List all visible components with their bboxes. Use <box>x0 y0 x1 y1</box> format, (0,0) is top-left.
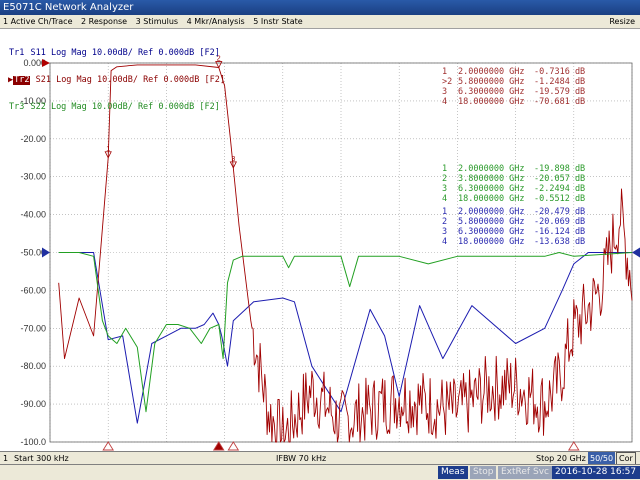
y-tick-label: -80.00 <box>20 361 46 371</box>
y-tick-label: -30.00 <box>20 172 46 182</box>
marker-row-frequency: 2.0000000 GHz <box>458 67 525 77</box>
marker-row-number: 4 <box>442 194 447 204</box>
y-tick-label: -20.00 <box>20 134 46 144</box>
marker-number-label: 3 <box>231 156 235 163</box>
marker-row-frequency: 6.3000000 GHz <box>458 184 525 194</box>
marker-stimulus-icon <box>227 441 240 451</box>
marker-row-frequency: 18.000000 GHz <box>458 194 525 204</box>
marker-row-frequency: 2.0000000 GHz <box>458 164 525 174</box>
marker-row-value: -16.124 dB <box>534 227 585 237</box>
trace-s11 <box>58 252 632 424</box>
marker-stimulus-icon <box>102 441 115 451</box>
marker-row-number: 4 <box>442 97 447 107</box>
menu-response[interactable]: 2 Response <box>78 15 130 29</box>
marker-row-number: >2 <box>442 77 452 87</box>
trace-s22 <box>58 252 633 413</box>
window-title: E5071C Network Analyzer <box>0 0 640 15</box>
trace-line-2[interactable]: ▶Tr2 S21 Log Mag 10.00dB/ Ref 0.000dB [F… <box>8 76 225 85</box>
trace-header: Tr1 S11 Log Mag 10.00dB/ Ref 0.000dB [F2… <box>8 31 225 130</box>
softkey-menu-bar: 1 Active Ch/Trace 2 Response 3 Stimulus … <box>0 15 640 29</box>
marker-row-frequency: 18.000000 GHz <box>458 97 525 107</box>
y-tick-label: -40.00 <box>20 210 46 220</box>
instrument-status-bar: Meas Stop ExtRef Svc 2016-10-28 16:57 <box>0 464 640 480</box>
marker-stimulus-icon <box>212 441 225 451</box>
marker-row-frequency: 5.8000000 GHz <box>458 217 525 227</box>
ref-level-left-icon <box>42 247 50 258</box>
menu-stimulus[interactable]: 3 Stimulus <box>133 15 181 29</box>
marker-row-frequency: 18.000000 GHz <box>458 237 525 247</box>
trace-id: Tr2 <box>13 75 31 85</box>
marker-row-number: 4 <box>442 237 447 247</box>
marker-row-value: -20.057 dB <box>534 174 585 184</box>
marker-row-frequency: 3.8000000 GHz <box>458 174 525 184</box>
date-time: 2016-10-28 16:57 <box>552 466 640 479</box>
marker-number-label: 1 <box>106 146 110 153</box>
marker-stimulus-icon <box>567 441 580 451</box>
svc-indicator: Svc <box>530 466 552 479</box>
marker-row-value: -0.5512 dB <box>534 194 585 204</box>
plot-area[interactable]: 0.000 -10.00 -20.00 -30.00 -40.00 -50.00 -60.0… <box>0 29 640 451</box>
y-tick-label: -90.00 <box>20 399 46 409</box>
channel-status-bar: 1 Start 300 kHz IFBW 70 kHz Stop 20 GHz … <box>0 451 640 465</box>
trace-line-3[interactable]: Tr3 S22 Log Mag 10.00dB/ Ref 0.000dB [F2… <box>8 103 225 112</box>
y-tick-label: -70.00 <box>20 323 46 333</box>
menu-active-ch-trace[interactable]: 1 Active Ch/Trace <box>0 15 76 29</box>
trace-desc: S21 Log Mag 10.00dB/ Ref 0.000dB [F2] <box>30 75 225 85</box>
marker-row-value: -1.2484 dB <box>534 77 585 87</box>
trace-desc: S22 Log Mag 10.00dB/ Ref 0.000dB [F2] <box>25 102 220 112</box>
marker-row-number: 3 <box>442 227 447 237</box>
marker-row-value: -0.7316 dB <box>534 67 585 77</box>
marker-row-frequency: 2.0000000 GHz <box>458 207 525 217</box>
marker-row-number: 1 <box>442 164 447 174</box>
marker-row-number: 3 <box>442 87 447 97</box>
trace-id: Tr1 <box>9 48 25 58</box>
marker-row-number: 1 <box>442 207 447 217</box>
y-tick-label: -60.00 <box>20 285 46 295</box>
marker-row-frequency: 6.3000000 GHz <box>458 227 525 237</box>
meas-indicator: Meas <box>438 466 468 479</box>
marker-row-value: -70.681 dB <box>534 97 585 107</box>
trace-desc: S11 Log Mag 10.00dB/ Ref 0.000dB [F2] <box>25 48 220 58</box>
marker-row-value: -20.069 dB <box>534 217 585 227</box>
marker-row-frequency: 6.3000000 GHz <box>458 87 525 97</box>
marker-row-number: 2 <box>442 217 447 227</box>
menu-mkr-analysis[interactable]: 4 Mkr/Analysis <box>184 15 248 29</box>
marker-row-value: -2.2494 dB <box>534 184 585 194</box>
marker-row-number: 2 <box>442 174 447 184</box>
extref-indicator: ExtRef <box>498 466 534 479</box>
marker-row-number: 3 <box>442 184 447 194</box>
marker-row-value: -19.579 dB <box>534 87 585 97</box>
menu-instr-state[interactable]: 5 Instr State <box>250 15 305 29</box>
marker-row-value: -19.898 dB <box>534 164 585 174</box>
trace-id: Tr3 <box>9 102 25 112</box>
marker-row-value: -20.479 dB <box>534 207 585 217</box>
trace-line-1[interactable]: Tr1 S11 Log Mag 10.00dB/ Ref 0.000dB [F2… <box>8 49 225 58</box>
resize-button[interactable]: Resize <box>606 15 638 29</box>
stop-indicator: Stop <box>470 466 497 479</box>
marker-row-frequency: 5.8000000 GHz <box>458 77 525 87</box>
y-tick-label: -100.0 <box>20 437 46 447</box>
ref-level-right-icon <box>632 247 640 258</box>
marker-row-number: 1 <box>442 67 447 77</box>
marker-row-value: -13.638 dB <box>534 237 585 247</box>
